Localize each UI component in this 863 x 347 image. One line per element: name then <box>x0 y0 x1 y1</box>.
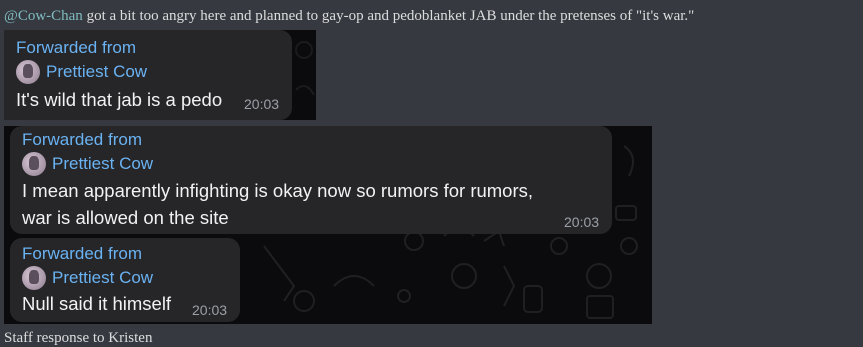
post-text: @Cow-Chan got a bit too angry here and p… <box>4 8 694 25</box>
user-mention[interactable]: @Cow-Chan <box>4 8 83 24</box>
message-bubble[interactable]: Forwarded from Prettiest Cow Null said i… <box>10 238 240 322</box>
message-text-line-1: I mean apparently infighting is okay now… <box>22 180 534 201</box>
embedded-screenshot-1: Forwarded from Prettiest Cow It's wild t… <box>4 30 316 120</box>
message-time: 20:03 <box>192 302 228 318</box>
sender-name[interactable]: Prettiest Cow <box>52 268 153 288</box>
avatar[interactable] <box>16 60 40 84</box>
sender-row[interactable]: Prettiest Cow <box>16 60 147 84</box>
post-body: got a bit too angry here and planned to … <box>82 8 695 24</box>
sender-row[interactable]: Prettiest Cow <box>22 152 153 176</box>
avatar[interactable] <box>22 152 46 176</box>
message-bubble[interactable]: Forwarded from Prettiest Cow I mean appa… <box>10 126 612 234</box>
sender-row[interactable]: Prettiest Cow <box>22 266 153 290</box>
forwarded-label: Forwarded from <box>22 244 142 263</box>
forwarded-label: Forwarded from <box>16 38 136 57</box>
message-bubble[interactable]: Forwarded from Prettiest Cow It's wild t… <box>4 30 292 120</box>
forwarded-label: Forwarded from <box>22 130 142 149</box>
message-text: It's wild that jab is a pedo <box>16 89 223 110</box>
message-text: Null said it himself <box>22 293 172 314</box>
message-time: 20:03 <box>564 214 600 230</box>
sender-name[interactable]: Prettiest Cow <box>52 154 153 174</box>
embedded-screenshot-2: Forwarded from Prettiest Cow I mean appa… <box>4 126 652 324</box>
sender-name[interactable]: Prettiest Cow <box>46 62 147 82</box>
avatar[interactable] <box>22 266 46 290</box>
message-text-line-2: war is allowed on the site <box>22 207 229 228</box>
message-time: 20:03 <box>244 96 280 112</box>
footer-text: Staff response to Kristen <box>4 330 153 346</box>
